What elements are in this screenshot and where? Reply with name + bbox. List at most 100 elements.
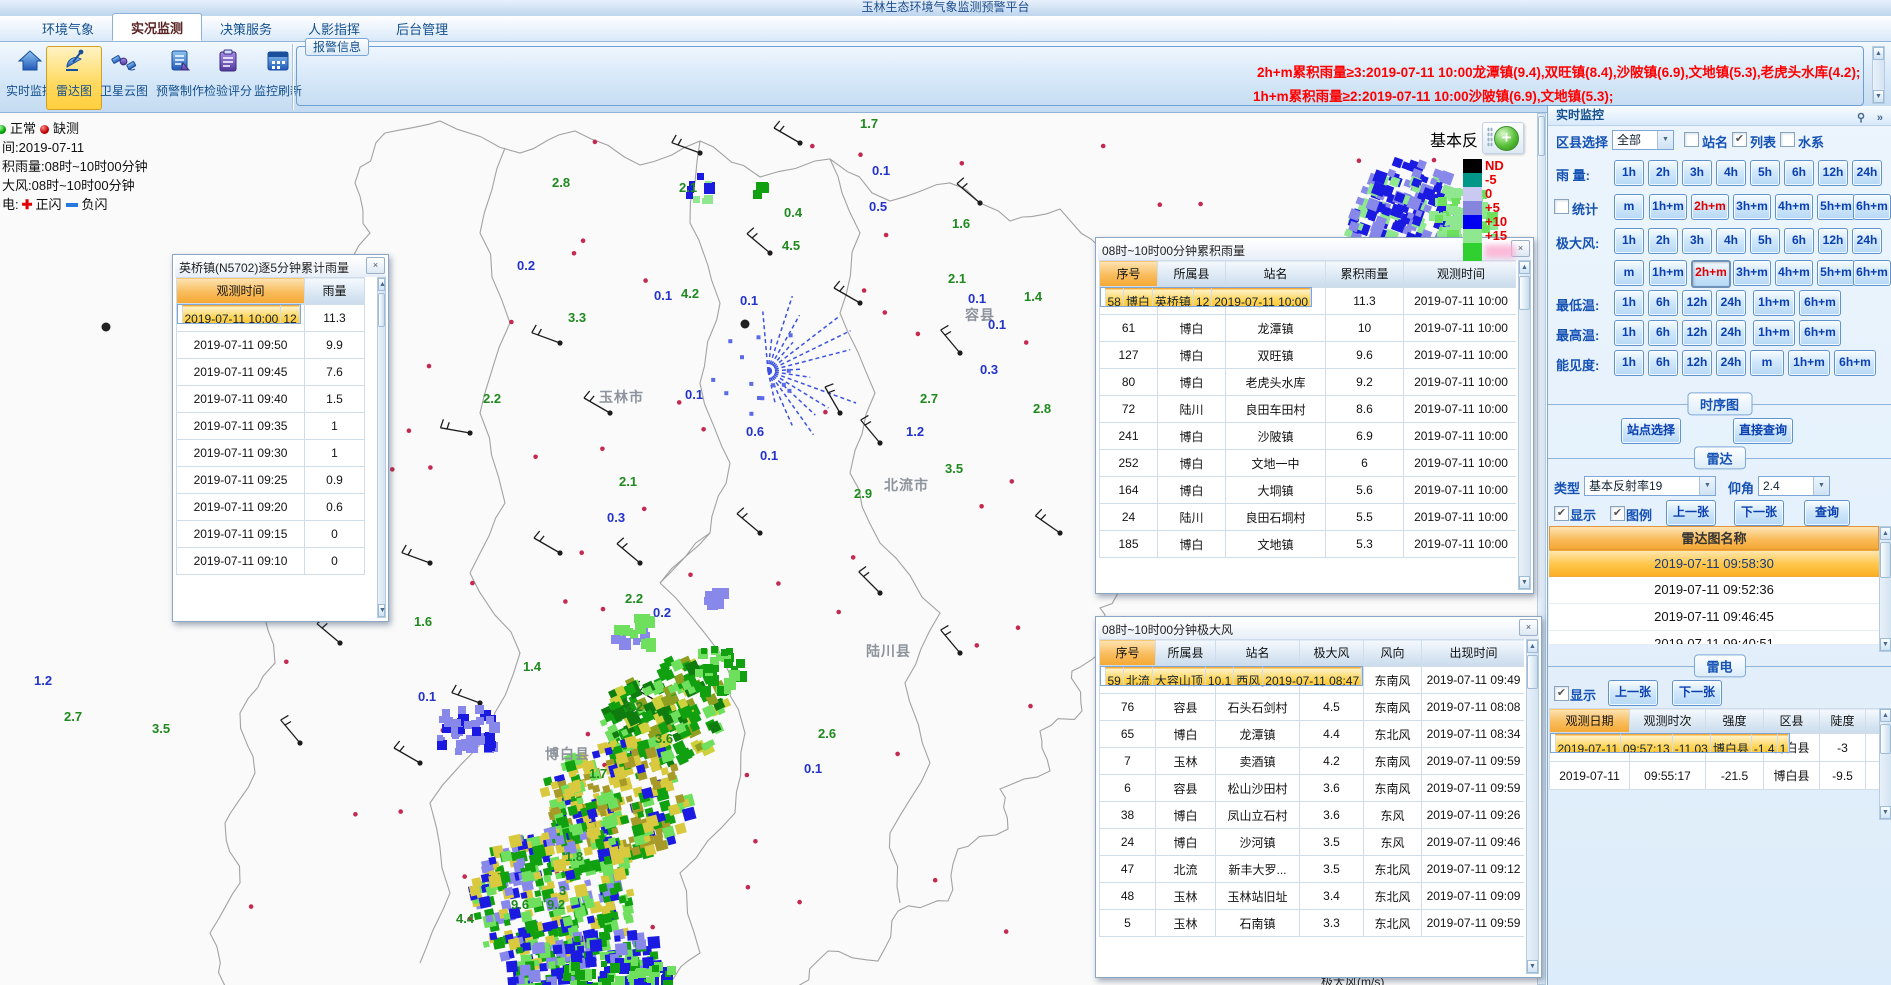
- column-header-观测日期[interactable]: 观测日期: [1550, 709, 1630, 733]
- column-header-区县[interactable]: 区县: [1764, 709, 1820, 733]
- alert-scrollbar[interactable]: ▲ ▼: [1872, 46, 1885, 104]
- scroll-down-icon[interactable]: ▼: [378, 604, 385, 617]
- district-select[interactable]: 全部▼: [1612, 130, 1674, 150]
- toolbar-button-雷达图[interactable]: 雷达图: [46, 46, 102, 110]
- scroll-thumb[interactable]: [1880, 724, 1891, 754]
- button-1h[interactable]: 1h: [1614, 350, 1644, 376]
- station-rain-scrollbar[interactable]: ▲▼: [377, 277, 386, 618]
- button-6h+m[interactable]: 6h+m: [1799, 320, 1841, 346]
- column-header-强度[interactable]: 强度: [1706, 709, 1764, 733]
- lightning-scrollbar[interactable]: ▲▼: [1879, 708, 1891, 820]
- button-1h[interactable]: 1h: [1614, 290, 1644, 316]
- column-header-极大风[interactable]: 极大风: [1300, 640, 1364, 666]
- table-row[interactable]: 58博白英桥镇122019-07-11 10:00: [1100, 287, 1313, 307]
- button-3h[interactable]: 3h: [1682, 228, 1712, 254]
- column-header-误差[interactable]: 误差: [1866, 709, 1880, 733]
- column-header-陡度[interactable]: 陡度: [1820, 709, 1866, 733]
- table-row[interactable]: 2019-07-1109:57:13-11.03博白县-1.41: [1550, 733, 1791, 753]
- table-row[interactable]: 48玉林玉林站旧址3.4东北风2019-07-11 09:09: [1100, 883, 1525, 910]
- scroll-up-icon[interactable]: ▲: [378, 278, 385, 291]
- button-lightning-next[interactable]: 下一张: [1672, 680, 1722, 706]
- button-6h[interactable]: 6h: [1648, 320, 1678, 346]
- button-12h[interactable]: 12h: [1818, 228, 1848, 254]
- button-12h[interactable]: 12h: [1818, 160, 1848, 186]
- chevron-down-icon[interactable]: ▼: [1813, 477, 1829, 495]
- table-row[interactable]: 7玉林卖酒镇4.2东南风2019-07-11 09:59: [1100, 748, 1525, 775]
- button-2h+m[interactable]: 2h+m: [1691, 194, 1729, 220]
- button-4h[interactable]: 4h: [1716, 160, 1746, 186]
- table-row[interactable]: 2019-07-11 10:0012: [177, 304, 301, 324]
- button-24h[interactable]: 24h: [1852, 160, 1882, 186]
- column-header-雨量[interactable]: 雨量: [305, 278, 365, 304]
- table-row[interactable]: 24博白沙河镇3.5东风2019-07-11 09:46: [1100, 829, 1525, 856]
- button-1h+m[interactable]: 1h+m: [1788, 350, 1830, 376]
- button-m[interactable]: m: [1614, 194, 1644, 220]
- button-6h[interactable]: 6h: [1784, 160, 1814, 186]
- column-header-观测时次[interactable]: 观测时次: [1630, 709, 1706, 733]
- button-6h[interactable]: 6h: [1648, 350, 1678, 376]
- table-row[interactable]: 2019-07-11 09:457.6: [177, 359, 365, 386]
- close-icon[interactable]: ×: [366, 257, 385, 274]
- table-row[interactable]: 72陆川良田车田村8.62019-07-11 10:00: [1100, 396, 1517, 423]
- radar-image-item[interactable]: 2019-07-11 09:46:45: [1549, 604, 1879, 631]
- button-query[interactable]: 查询: [1804, 500, 1850, 526]
- table-row[interactable]: 65博白龙潭镇4.4东北风2019-07-11 08:34: [1100, 721, 1525, 748]
- button-5h+m[interactable]: 5h+m: [1817, 260, 1855, 286]
- pin-icon[interactable]: ⚲: [1857, 109, 1865, 128]
- button-direct-query[interactable]: 直接查询: [1733, 418, 1793, 444]
- button-12h[interactable]: 12h: [1682, 350, 1712, 376]
- scroll-up-icon[interactable]: ▲: [1527, 640, 1538, 653]
- radar-image-item[interactable]: 2019-07-11 09:58:30: [1549, 550, 1879, 577]
- checkbox-列表[interactable]: ✔: [1732, 132, 1747, 147]
- button-4h+m[interactable]: 4h+m: [1775, 260, 1813, 286]
- scroll-up-icon[interactable]: ▲: [1873, 47, 1884, 60]
- column-header-站名[interactable]: 站名: [1226, 261, 1326, 287]
- button-4h[interactable]: 4h: [1716, 228, 1746, 254]
- table-row[interactable]: 5玉林石南镇3.3东北风2019-07-11 09:59: [1100, 910, 1525, 937]
- button-6h+m[interactable]: 6h+m: [1853, 194, 1891, 220]
- table-row[interactable]: 2019-07-11 09:100: [177, 548, 365, 575]
- button-4h+m[interactable]: 4h+m: [1775, 194, 1813, 220]
- button-m[interactable]: m: [1614, 260, 1644, 286]
- checkbox-lightning-show[interactable]: ✔: [1554, 686, 1569, 701]
- scroll-down-icon[interactable]: ▼: [1880, 806, 1891, 819]
- button-24h[interactable]: 24h: [1852, 228, 1882, 254]
- button-3h+m[interactable]: 3h+m: [1733, 260, 1771, 286]
- button-2h[interactable]: 2h: [1648, 160, 1678, 186]
- table-row[interactable]: 2019-07-11 09:301: [177, 440, 365, 467]
- chevron-down-icon[interactable]: ▼: [1699, 477, 1715, 495]
- button-24h[interactable]: 24h: [1716, 320, 1746, 346]
- table-row[interactable]: 24陆川良田石垌村5.52019-07-11 10:00: [1100, 504, 1517, 531]
- column-header-序号[interactable]: 序号: [1100, 261, 1158, 287]
- button-5h+m[interactable]: 5h+m: [1817, 194, 1855, 220]
- station-rain-panel[interactable]: 英桥镇(N5702)逐5分钟累计雨量×观测时间雨量2019-07-11 10:0…: [172, 254, 389, 622]
- scroll-down-icon[interactable]: ▼: [1880, 638, 1891, 651]
- button-3h+m[interactable]: 3h+m: [1733, 194, 1771, 220]
- column-header-风向[interactable]: 风向: [1364, 640, 1422, 666]
- collapse-chevron-icon[interactable]: »: [1877, 109, 1883, 128]
- table-row[interactable]: 59北流大容山顶10.1西风2019-07-11 08:47: [1100, 666, 1364, 686]
- button-station-select[interactable]: 站点选择: [1621, 418, 1681, 444]
- scroll-down-icon[interactable]: ▼: [1873, 90, 1884, 103]
- button-5h[interactable]: 5h: [1750, 228, 1780, 254]
- button-1h+m[interactable]: 1h+m: [1649, 194, 1687, 220]
- tab-5-后台管理[interactable]: 后台管理: [378, 15, 466, 41]
- table-row[interactable]: 185博白文地镇5.32019-07-11 10:00: [1100, 531, 1517, 558]
- table-row[interactable]: 2019-07-1109:55:17-21.5博白县-9.51: [1550, 762, 1880, 790]
- table-row[interactable]: 2019-07-11 09:401.5: [177, 386, 365, 413]
- rain-accum-scrollbar[interactable]: ▲▼: [1518, 260, 1531, 590]
- button-1h[interactable]: 1h: [1614, 228, 1644, 254]
- max-wind-panel[interactable]: 08时~10时00分钟极大风×序号所属县站名极大风风向出现时间59北流大容山顶1…: [1095, 616, 1542, 978]
- checkbox-radar-show[interactable]: ✔: [1554, 506, 1569, 521]
- button-12h[interactable]: 12h: [1682, 290, 1712, 316]
- close-icon[interactable]: ×: [1519, 619, 1538, 636]
- scroll-thumb[interactable]: [1527, 655, 1538, 689]
- table-row[interactable]: 241博白沙陂镇6.92019-07-11 10:00: [1100, 423, 1517, 450]
- button-24h[interactable]: 24h: [1716, 290, 1746, 316]
- button-next-image[interactable]: 下一张: [1734, 500, 1784, 526]
- scroll-up-icon[interactable]: ▲: [1880, 709, 1891, 722]
- table-row[interactable]: 2019-07-11 09:509.9: [177, 332, 365, 359]
- button-12h[interactable]: 12h: [1682, 320, 1712, 346]
- column-header-观测时间[interactable]: 观测时间: [177, 278, 305, 304]
- radar-type-select[interactable]: 基本反射率19▼: [1584, 476, 1716, 496]
